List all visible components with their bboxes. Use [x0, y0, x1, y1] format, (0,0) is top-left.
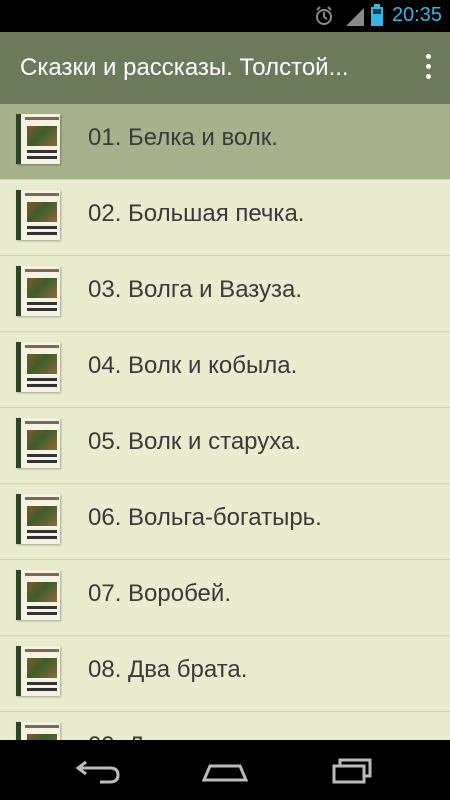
overflow-menu-icon[interactable] — [424, 54, 432, 82]
list-item[interactable]: 06. Вольга-богатырь. — [0, 484, 450, 560]
navigation-bar — [0, 740, 450, 800]
list-item[interactable]: 03. Волга и Вазуза. — [0, 256, 450, 332]
alarm-icon — [314, 6, 334, 31]
book-cover-icon — [16, 114, 60, 164]
book-cover-icon — [16, 342, 60, 392]
list-item[interactable]: 02. Большая печка. — [0, 180, 450, 256]
list-item[interactable]: 04. Волк и кобыла. — [0, 332, 450, 408]
home-icon[interactable] — [200, 754, 250, 786]
list-item-label: 05. Волк и старуха. — [88, 428, 301, 455]
list-item-label: 08. Два брата. — [88, 656, 248, 683]
list-item[interactable]: 05. Волк и старуха. — [0, 408, 450, 484]
book-cover-icon — [16, 722, 60, 740]
list-item[interactable]: 07. Воробей. — [0, 560, 450, 636]
list-item[interactable]: 01. Белка и волк. — [0, 104, 450, 180]
list-item-label: 01. Белка и волк. — [88, 124, 278, 151]
signal-icon — [344, 6, 366, 31]
book-cover-icon — [16, 266, 60, 316]
book-cover-icon — [16, 494, 60, 544]
list-item-label: 02. Большая печка. — [88, 200, 305, 227]
list-item-label: 06. Вольга-богатырь. — [88, 504, 322, 531]
recent-apps-icon[interactable] — [328, 754, 378, 786]
list-item-label: 03. Волга и Вазуза. — [88, 276, 303, 303]
status-bar: 20:35 — [0, 0, 450, 32]
list-item-label: 09. Два товарища. — [88, 732, 293, 740]
list-item-label: 07. Воробей. — [88, 580, 231, 607]
list-item[interactable]: 09. Два товарища. — [0, 712, 450, 740]
story-list: 01. Белка и волк. 02. Большая печка. 03.… — [0, 104, 450, 740]
list-item[interactable]: 08. Два брата. — [0, 636, 450, 712]
back-icon[interactable] — [74, 754, 124, 786]
action-bar: Сказки и рассказы. Толстой... — [0, 32, 450, 106]
clock: 20:35 — [391, 4, 442, 26]
book-cover-icon — [16, 190, 60, 240]
battery-icon — [370, 4, 384, 31]
app-title: Сказки и рассказы. Толстой... — [20, 54, 349, 81]
book-cover-icon — [16, 646, 60, 696]
list-item-label: 04. Волк и кобыла. — [88, 352, 298, 379]
book-cover-icon — [16, 418, 60, 468]
book-cover-icon — [16, 570, 60, 620]
